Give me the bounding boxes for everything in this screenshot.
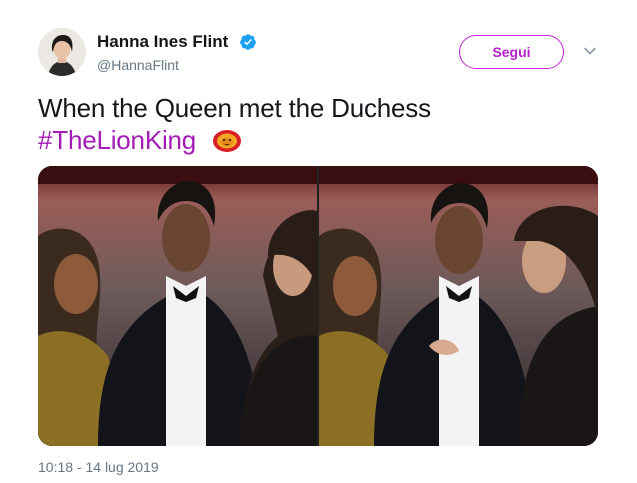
author-name[interactable]: Hanna Ines Flint <box>97 32 228 52</box>
tweet-timestamp[interactable]: 10:18 - 14 lug 2019 <box>38 459 159 475</box>
author-handle[interactable]: @HannaFlint <box>97 57 179 73</box>
media-gallery <box>38 166 598 446</box>
tweet-card: Hanna Ines Flint @HannaFlint Segui When … <box>0 0 637 483</box>
lion-king-emoji-icon <box>213 130 241 152</box>
photo-left[interactable] <box>38 166 317 446</box>
tweet-text: When the Queen met the Duchess <box>38 93 431 123</box>
verified-badge-icon <box>240 34 256 50</box>
follow-button[interactable]: Segui <box>459 35 564 69</box>
hashtag-link[interactable]: #TheLionKing <box>38 125 196 155</box>
chevron-down-icon[interactable] <box>582 45 598 57</box>
hashtag-line: #TheLionKing <box>38 124 241 156</box>
avatar[interactable] <box>38 28 86 76</box>
photo-right[interactable] <box>319 166 598 446</box>
